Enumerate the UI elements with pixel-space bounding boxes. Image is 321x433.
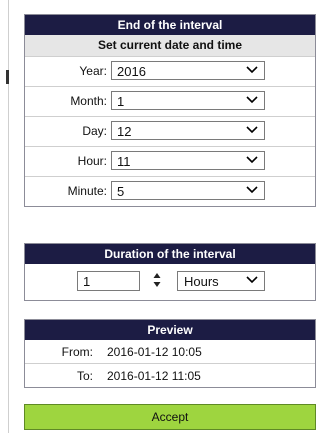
hour-value: 11 [117, 154, 131, 169]
left-edge-mark [6, 70, 9, 84]
to-value: 2016-01-12 11:05 [107, 369, 201, 383]
end-interval-panel: End of the interval Set current date and… [24, 14, 316, 207]
day-select[interactable]: 12 [111, 121, 265, 140]
year-label: Year: [79, 64, 107, 78]
chevron-down-icon [246, 156, 258, 164]
duration-title: Duration of the interval [25, 244, 315, 264]
preview-from-row: From: 2016-01-12 10:05 [25, 340, 315, 364]
minute-label: Minute: [67, 184, 107, 198]
month-label: Month: [70, 94, 107, 108]
year-select[interactable]: 2016 [111, 61, 265, 80]
preview-to-row: To: 2016-01-12 11:05 [25, 364, 315, 387]
year-value: 2016 [117, 64, 146, 79]
from-label: From: [61, 345, 93, 359]
duration-input[interactable]: 1 [77, 271, 140, 291]
duration-body: 1 Hours [25, 264, 315, 300]
day-value: 12 [117, 124, 132, 139]
chevron-down-icon [246, 66, 258, 74]
month-value: 1 [117, 94, 125, 109]
day-label: Day: [82, 124, 107, 138]
left-edge-line [8, 0, 9, 433]
month-row: Month: 1 [25, 87, 315, 117]
day-row: Day: 12 [25, 117, 315, 147]
minute-value: 5 [117, 184, 125, 199]
hour-label: Hour: [77, 154, 107, 168]
year-row: Year: 2016 [25, 57, 315, 87]
from-value: 2016-01-12 10:05 [107, 345, 202, 359]
to-label: To: [76, 369, 93, 383]
hour-select[interactable]: 11 [111, 151, 265, 170]
preview-panel: Preview From: 2016-01-12 10:05 To: 2016-… [24, 319, 316, 388]
set-current-datetime-button[interactable]: Set current date and time [25, 35, 315, 57]
duration-unit-value: Hours [184, 274, 219, 289]
hour-row: Hour: 11 [25, 147, 315, 177]
chevron-down-icon [246, 126, 258, 134]
duration-unit-select[interactable]: Hours [177, 271, 265, 291]
month-select[interactable]: 1 [111, 91, 265, 110]
chevron-down-icon [246, 276, 258, 284]
spinner-arrows-icon[interactable] [153, 272, 161, 288]
duration-value: 1 [83, 274, 91, 289]
chevron-down-icon [246, 96, 258, 104]
duration-panel: Duration of the interval 1 Hours [24, 243, 316, 301]
minute-row: Minute: 5 [25, 177, 315, 206]
minute-select[interactable]: 5 [111, 181, 265, 200]
chevron-down-icon [246, 186, 258, 194]
preview-title: Preview [25, 320, 315, 340]
accept-button[interactable]: Accept [24, 404, 316, 430]
end-interval-title: End of the interval [25, 15, 315, 35]
